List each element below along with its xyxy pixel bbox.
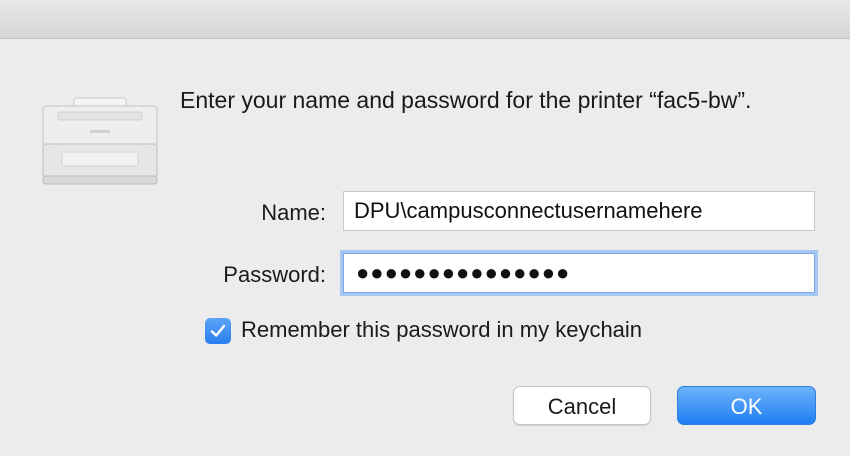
dialog-message: Enter your name and password for the pri… <box>180 87 752 113</box>
ok-button[interactable]: OK <box>677 386 816 425</box>
password-field[interactable]: ●●●●●●●●●●●●●●● <box>343 253 815 293</box>
password-mask: ●●●●●●●●●●●●●●● <box>356 260 571 285</box>
name-row: Name: DPU\campusconnectusernamehere <box>0 191 850 235</box>
remember-label: Remember this password in my keychain <box>241 317 643 342</box>
remember-checkbox[interactable] <box>205 318 231 344</box>
printer-icon <box>40 96 160 188</box>
name-label: Name: <box>261 200 326 225</box>
password-row: Password: ●●●●●●●●●●●●●●● <box>0 253 850 297</box>
cancel-button[interactable]: Cancel <box>513 386 651 425</box>
name-field[interactable]: DPU\campusconnectusernamehere <box>343 191 815 231</box>
password-label: Password: <box>223 262 326 287</box>
checkmark-icon <box>210 324 226 337</box>
dialog-titlebar <box>0 0 850 39</box>
